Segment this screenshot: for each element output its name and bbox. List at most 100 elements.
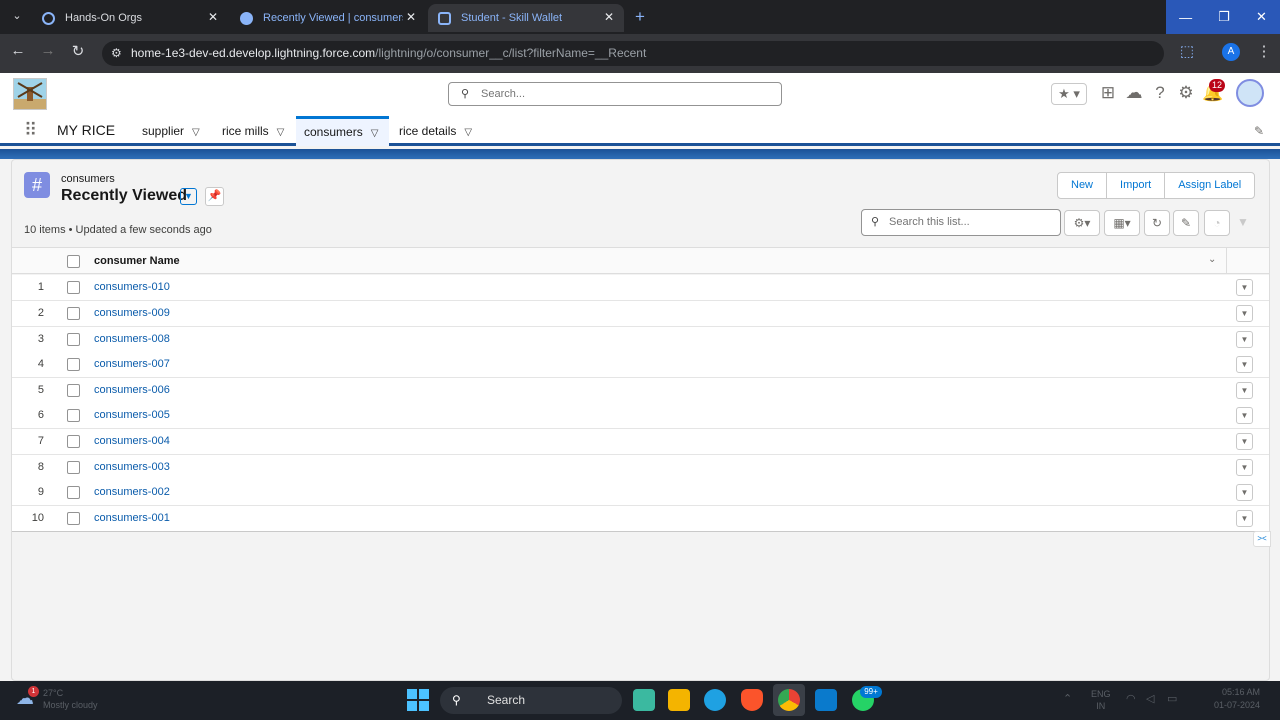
clock[interactable]: 05:16 AM 01-07-2024 bbox=[1214, 686, 1260, 712]
global-search-input[interactable]: ⚲ Search... bbox=[448, 82, 782, 106]
favorites-star-icon[interactable]: ★ ▾ bbox=[1051, 83, 1087, 105]
list-view-name[interactable]: Recently Viewed bbox=[61, 187, 187, 205]
list-view-dropdown-icon[interactable]: ▼ bbox=[180, 188, 197, 205]
import-button[interactable]: Import bbox=[1107, 173, 1166, 198]
close-window-icon[interactable]: ✕ bbox=[1256, 9, 1267, 25]
chrome-menu-icon[interactable]: ⋮ bbox=[1254, 42, 1274, 60]
assign-label-button[interactable]: Assign Label bbox=[1165, 173, 1254, 198]
row-checkbox[interactable] bbox=[67, 358, 80, 371]
back-arrow-icon[interactable]: ← bbox=[8, 42, 28, 59]
row-checkbox[interactable] bbox=[67, 461, 80, 474]
new-tab-plus-icon[interactable]: + bbox=[630, 7, 650, 27]
record-link[interactable]: consumers-002 bbox=[94, 486, 170, 498]
row-checkbox[interactable] bbox=[67, 409, 80, 422]
nav-item-supplier[interactable]: supplier ▽ bbox=[138, 116, 204, 146]
setup-gear-icon[interactable]: ⚙ bbox=[1175, 83, 1197, 103]
brave-browser-icon[interactable] bbox=[741, 689, 763, 711]
record-link[interactable]: consumers-005 bbox=[94, 409, 170, 421]
reload-icon[interactable]: ↻ bbox=[68, 42, 88, 60]
app-launcher-waffle-icon[interactable]: ⠿ bbox=[24, 121, 37, 139]
utility-expand-icon[interactable]: >< bbox=[1253, 531, 1271, 547]
record-link[interactable]: consumers-003 bbox=[94, 461, 170, 473]
chevron-down-icon[interactable]: ▽ bbox=[464, 127, 472, 138]
address-bar[interactable]: ⚙ home-1e3-dev-ed.develop.lightning.forc… bbox=[102, 41, 1164, 66]
inline-edit-pencil-icon[interactable]: ✎ bbox=[1173, 210, 1199, 236]
close-tab-icon[interactable]: ✕ bbox=[406, 10, 416, 24]
filter-icon[interactable]: ▼ bbox=[1230, 210, 1256, 236]
chevron-down-icon[interactable]: ▽ bbox=[192, 127, 200, 138]
restore-icon[interactable]: ❐ bbox=[1218, 9, 1230, 25]
file-explorer-icon[interactable] bbox=[668, 689, 690, 711]
site-info-icon[interactable]: ⚙ bbox=[111, 41, 122, 66]
chrome-browser-icon[interactable] bbox=[778, 689, 800, 711]
edit-nav-pencil-icon[interactable]: ✎ bbox=[1254, 124, 1264, 138]
record-link[interactable]: consumers-007 bbox=[94, 358, 170, 370]
table-row: 5 consumers-006 ▼ bbox=[12, 378, 1269, 404]
row-actions-chevron-icon[interactable]: ▼ bbox=[1236, 433, 1253, 450]
row-actions-chevron-icon[interactable]: ▼ bbox=[1236, 459, 1253, 476]
list-search-input[interactable]: ⚲ Search this list... bbox=[861, 209, 1061, 236]
close-tab-icon[interactable]: ✕ bbox=[208, 10, 218, 24]
row-actions-chevron-icon[interactable]: ▼ bbox=[1236, 305, 1253, 322]
browser-tab-recently-viewed[interactable]: Recently Viewed | consumers | S ✕ bbox=[230, 4, 426, 32]
row-actions-chevron-icon[interactable]: ▼ bbox=[1236, 331, 1253, 348]
battery-icon[interactable]: ▭ bbox=[1167, 692, 1177, 705]
row-actions-chevron-icon[interactable]: ▼ bbox=[1236, 279, 1253, 296]
taskbar-search[interactable]: ⚲ Search bbox=[440, 687, 622, 714]
row-checkbox[interactable] bbox=[67, 384, 80, 397]
tab-search-chevron-icon[interactable]: ⌄ bbox=[7, 9, 27, 22]
row-checkbox[interactable] bbox=[67, 512, 80, 525]
column-menu-chevron-icon[interactable]: ⌄ bbox=[1208, 254, 1216, 265]
weather-widget[interactable]: 27°C Mostly cloudy bbox=[43, 687, 98, 711]
record-link[interactable]: consumers-009 bbox=[94, 307, 170, 319]
org-logo[interactable] bbox=[13, 78, 47, 110]
profile-avatar[interactable]: A bbox=[1222, 43, 1240, 61]
pin-list-icon[interactable]: 📌 bbox=[205, 187, 224, 206]
tray-chevron-up-icon[interactable]: ⌃ bbox=[1063, 692, 1072, 705]
record-link[interactable]: consumers-001 bbox=[94, 512, 170, 524]
record-link[interactable]: consumers-006 bbox=[94, 384, 170, 396]
extensions-icon[interactable]: ⬚ bbox=[1177, 42, 1197, 60]
new-button[interactable]: New bbox=[1058, 173, 1108, 198]
close-tab-icon[interactable]: ✕ bbox=[604, 10, 614, 24]
record-link[interactable]: consumers-008 bbox=[94, 333, 170, 345]
row-actions-chevron-icon[interactable]: ▼ bbox=[1236, 407, 1253, 424]
language-indicator[interactable]: ENG IN bbox=[1091, 688, 1111, 712]
refresh-icon[interactable]: ↻ bbox=[1144, 210, 1170, 236]
row-actions-chevron-icon[interactable]: ▼ bbox=[1236, 484, 1253, 501]
row-checkbox[interactable] bbox=[67, 486, 80, 499]
row-checkbox[interactable] bbox=[67, 307, 80, 320]
windows-start-icon[interactable] bbox=[407, 689, 429, 711]
row-checkbox[interactable] bbox=[67, 281, 80, 294]
row-checkbox[interactable] bbox=[67, 333, 80, 346]
user-avatar[interactable] bbox=[1236, 79, 1264, 107]
row-actions-chevron-icon[interactable]: ▼ bbox=[1236, 356, 1253, 373]
charts-icon[interactable]: ◔ bbox=[1204, 210, 1230, 236]
forward-arrow-icon[interactable]: → bbox=[38, 42, 58, 59]
minimize-icon[interactable]: — bbox=[1179, 10, 1192, 25]
volume-icon[interactable]: ◁ bbox=[1146, 692, 1154, 705]
browser-tab-skill-wallet[interactable]: Student - Skill Wallet ✕ bbox=[428, 4, 624, 32]
trailhead-guidance-icon[interactable]: ☁ bbox=[1123, 83, 1145, 103]
help-question-icon[interactable]: ? bbox=[1149, 83, 1171, 103]
select-all-checkbox[interactable] bbox=[67, 255, 80, 268]
vscode-icon[interactable] bbox=[815, 689, 837, 711]
wifi-icon[interactable]: ◠ bbox=[1126, 692, 1136, 705]
browser-tab-hands-on-orgs[interactable]: Hands-On Orgs ✕ bbox=[32, 4, 228, 32]
widgets-app-icon[interactable] bbox=[633, 689, 655, 711]
column-header-consumer-name[interactable]: consumer Name bbox=[94, 255, 180, 267]
display-as-table-icon[interactable]: ▦▾ bbox=[1104, 210, 1140, 236]
edge-browser-icon[interactable] bbox=[704, 689, 726, 711]
global-actions-plus-icon[interactable]: ⊞ bbox=[1097, 83, 1119, 103]
chevron-down-icon[interactable]: ▽ bbox=[277, 127, 285, 138]
record-link[interactable]: consumers-010 bbox=[94, 281, 170, 293]
nav-item-rice-details[interactable]: rice details ▽ bbox=[395, 116, 476, 146]
record-link[interactable]: consumers-004 bbox=[94, 435, 170, 447]
row-checkbox[interactable] bbox=[67, 435, 80, 448]
list-controls-gear-icon[interactable]: ⚙▾ bbox=[1064, 210, 1100, 236]
nav-item-rice-mills[interactable]: rice mills ▽ bbox=[218, 116, 288, 146]
row-actions-chevron-icon[interactable]: ▼ bbox=[1236, 382, 1253, 399]
nav-item-consumers[interactable]: consumers ▽ bbox=[296, 116, 389, 146]
chevron-down-icon[interactable]: ▽ bbox=[371, 128, 379, 139]
row-actions-chevron-icon[interactable]: ▼ bbox=[1236, 510, 1253, 527]
